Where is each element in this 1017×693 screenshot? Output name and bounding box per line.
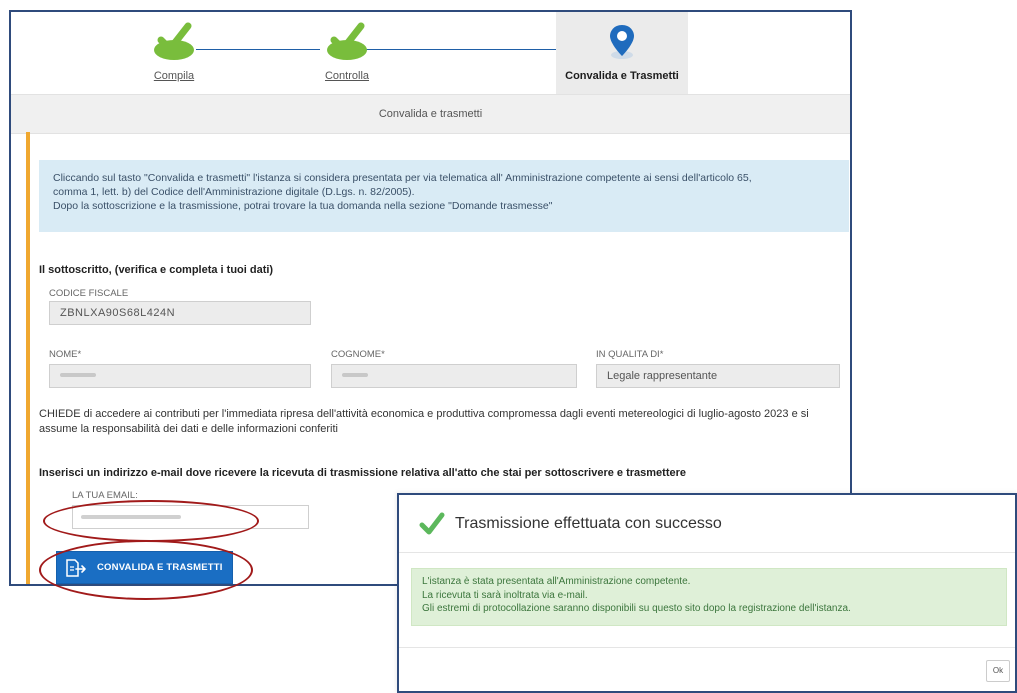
success-message: L'istanza è stata presentata all'Amminis…: [411, 568, 1007, 626]
section-title: Convalida e trasmetti: [11, 94, 850, 134]
message-line: L'istanza è stata presentata all'Amminis…: [422, 576, 691, 587]
nome-field[interactable]: [49, 364, 311, 388]
step-label: Convalida e Trasmetti: [565, 70, 679, 82]
checkmark-icon: [419, 512, 445, 534]
location-pin-icon: [610, 25, 634, 59]
chiede-text: CHIEDE di accedere ai contributi per l'i…: [39, 408, 809, 435]
dialog-divider: [399, 647, 1015, 648]
codice-fiscale-label: CODICE FISCALE: [49, 288, 129, 299]
button-label: CONVALIDA E TRASMETTI: [97, 562, 223, 573]
info-line: Dopo la sottoscrizione e la trasmissione…: [53, 200, 553, 212]
accent-bar: [26, 132, 30, 584]
checkmark-icon: [327, 22, 367, 60]
step-controlla[interactable]: Controlla: [277, 12, 417, 94]
message-line: Gli estremi di protocollazione saranno d…: [422, 603, 851, 614]
message-line: La ricevuta ti sarà inoltrata via e-mail…: [422, 589, 588, 601]
info-line: Cliccando sul tasto "Convalida e trasmet…: [53, 172, 752, 184]
step-compila[interactable]: Compila: [104, 12, 244, 94]
step-label[interactable]: Compila: [104, 70, 244, 82]
nome-label: NOME*: [49, 349, 82, 360]
codice-fiscale-field[interactable]: ZBNLXA90S68L424N: [49, 301, 311, 325]
email-heading: Inserisci un indirizzo e-mail dove ricev…: [39, 467, 687, 479]
step-label[interactable]: Controlla: [277, 70, 417, 82]
cognome-label: COGNOME*: [331, 349, 385, 360]
ok-button[interactable]: Ok: [986, 660, 1010, 682]
checkmark-icon: [154, 22, 194, 60]
qualita-field[interactable]: Legale rappresentante: [596, 364, 840, 388]
dialog-header: Trasmissione effettuata con successo: [399, 495, 1015, 553]
info-box: Cliccando sul tasto "Convalida e trasmet…: [39, 160, 849, 232]
progress-stepper: Compila Controlla Convalida e Trasmetti: [11, 12, 850, 94]
qualita-label: IN QUALITA DI*: [596, 349, 664, 360]
step-convalida-trasmetti: Convalida e Trasmetti: [556, 12, 688, 94]
form-heading: Il sottoscritto, (verifica e completa i …: [39, 264, 274, 276]
dialog-title: Trasmissione effettuata con successo: [455, 514, 722, 532]
document-send-icon: [66, 558, 86, 577]
redacted-value: [342, 373, 368, 378]
email-field[interactable]: [72, 505, 309, 529]
email-label: LA TUA EMAIL:: [72, 490, 138, 501]
convalida-trasmetti-button[interactable]: CONVALIDA E TRASMETTI: [56, 551, 233, 584]
cognome-field[interactable]: [331, 364, 577, 388]
redacted-value: [81, 514, 181, 519]
redacted-value: [60, 373, 96, 378]
info-line: comma 1, lett. b) del Codice dell'Ammini…: [53, 186, 415, 198]
success-dialog: Trasmissione effettuata con successo L'i…: [397, 493, 1017, 693]
